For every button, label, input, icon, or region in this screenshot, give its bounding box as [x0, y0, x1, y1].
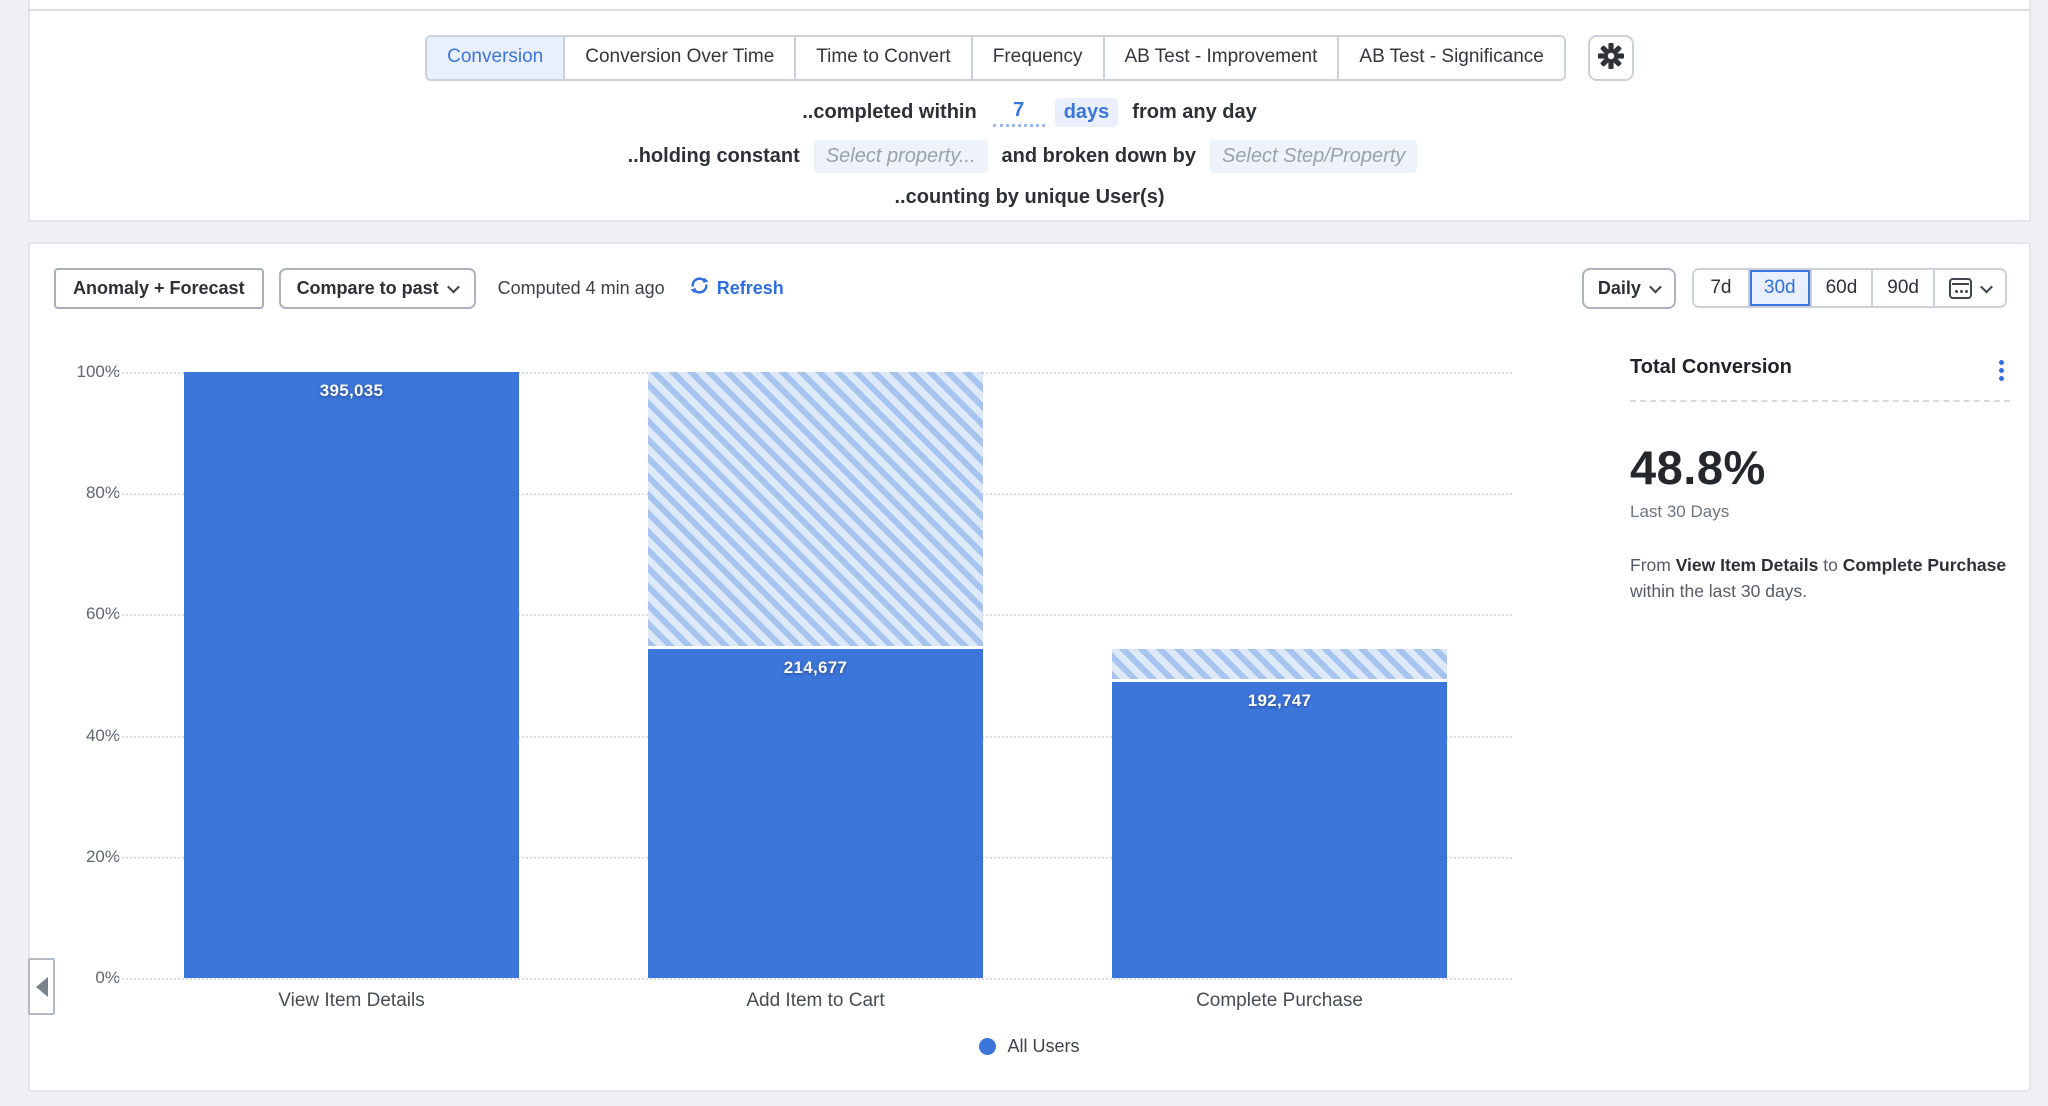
anomaly-forecast-button[interactable]: Anomaly + Forecast: [54, 268, 264, 309]
tab-conversion[interactable]: Conversion: [427, 37, 565, 79]
chart-controls-row: Anomaly + Forecast Compare to past Compu…: [54, 268, 2007, 308]
y-axis-tick: 100%: [77, 362, 120, 382]
custom-date-range-button[interactable]: [1935, 270, 2005, 306]
legend-dot-icon: [979, 1038, 996, 1055]
desc-mid: to: [1823, 555, 1838, 575]
desc-step-to: Complete Purchase: [1843, 555, 2006, 575]
legend-label: All Users: [1007, 1036, 1079, 1057]
range-60d-button[interactable]: 60d: [1812, 270, 1874, 306]
y-axis-tick: 80%: [86, 483, 120, 503]
holding-constant-label: ..holding constant: [628, 145, 800, 168]
clause-suffix: from any day: [1132, 101, 1256, 124]
desc-prefix: From: [1630, 555, 1671, 575]
x-axis-label: Complete Purchase: [1196, 990, 1363, 1012]
funnel-bar-3[interactable]: 192,747: [1112, 682, 1447, 978]
y-axis-tick: 60%: [86, 604, 120, 624]
tab-time-to-convert[interactable]: Time to Convert: [796, 37, 972, 79]
total-conversion-period: Last 30 Days: [1630, 502, 2010, 522]
y-axis-tick: 40%: [86, 726, 120, 746]
total-conversion-panel: Total Conversion 48.8% Last 30 Days From…: [1630, 356, 2010, 605]
clause-prefix: ..completed within: [802, 101, 976, 124]
x-axis: View Item Details Add Item to Cart Complet…: [134, 990, 1512, 1016]
computed-ago-text: Computed 4 min ago: [498, 278, 665, 299]
compare-to-past-button[interactable]: Compare to past: [279, 268, 476, 309]
interval-label: Daily: [1598, 278, 1641, 299]
conversion-window-unit-dropdown[interactable]: days: [1055, 98, 1119, 127]
y-axis-tick: 20%: [86, 847, 120, 867]
desc-step-from: View Item Details: [1676, 555, 1819, 575]
summary-divider: [1630, 400, 2010, 402]
plot-area: 395,035 214,677 192,747: [134, 372, 1512, 978]
date-range-group: 7d 30d 60d 90d: [1692, 268, 2007, 308]
bar-value-label: 395,035: [184, 381, 519, 401]
counting-by-clause: ..counting by unique User(s): [894, 186, 1164, 209]
interval-dropdown-button[interactable]: Daily: [1582, 268, 1676, 309]
holding-constant-property-dropdown[interactable]: Select property...: [814, 140, 988, 173]
gridline: [118, 978, 1512, 980]
chevron-down-icon: [447, 280, 460, 293]
counting-by-label: ..counting by unique User(s): [894, 186, 1164, 209]
page: { "tabs": { "items": [ { "label": "Conve…: [0, 0, 2048, 1106]
dropoff-hatch-3[interactable]: [1112, 649, 1447, 680]
funnel-definition-content: Conversion Conversion Over Time Time to …: [30, 11, 2029, 220]
range-30d-button[interactable]: 30d: [1750, 270, 1812, 306]
compare-to-past-label: Compare to past: [297, 278, 439, 299]
x-axis-label: View Item Details: [278, 990, 424, 1012]
total-conversion-description: From View Item Details to Complete Purch…: [1630, 553, 2010, 605]
conversion-window-input[interactable]: [993, 99, 1045, 127]
tab-ab-test-significance[interactable]: AB Test - Significance: [1339, 37, 1563, 79]
funnel-bar-1[interactable]: 395,035: [184, 372, 519, 978]
bar-value-label: 214,677: [648, 658, 983, 678]
kebab-menu-icon[interactable]: [1999, 360, 2004, 365]
funnel-definition-card: Conversion Conversion Over Time Time to …: [28, 0, 2031, 222]
legend: All Users: [30, 1036, 2029, 1057]
y-axis: 100%80%60%40%20%0%: [30, 372, 120, 978]
summary-title: Total Conversion: [1630, 356, 1792, 379]
tab-ab-test-improvement[interactable]: AB Test - Improvement: [1105, 37, 1340, 79]
range-90d-button[interactable]: 90d: [1873, 270, 1935, 306]
funnel-bar-2[interactable]: 214,677: [648, 649, 983, 978]
tab-frequency[interactable]: Frequency: [973, 37, 1105, 79]
chevron-down-icon: [1649, 280, 1662, 293]
analysis-tabs-row: Conversion Conversion Over Time Time to …: [425, 35, 1634, 81]
chart-card: Anomaly + Forecast Compare to past Compu…: [28, 242, 2031, 1092]
chevron-down-icon: [1980, 280, 1993, 293]
triangle-left-icon: [36, 977, 48, 997]
collapse-panel-button[interactable]: [28, 958, 55, 1015]
total-conversion-value: 48.8%: [1630, 440, 2010, 495]
holding-breakdown-clause: ..holding constant Select property... an…: [628, 140, 1432, 173]
refresh-button[interactable]: Refresh: [689, 275, 784, 301]
refresh-icon: [689, 275, 717, 301]
calendar-icon: [1949, 278, 1972, 299]
desc-suffix: within the last 30 days.: [1630, 581, 1807, 601]
tab-conversion-over-time[interactable]: Conversion Over Time: [565, 37, 796, 79]
x-axis-label: Add Item to Cart: [746, 990, 884, 1012]
settings-button[interactable]: [1588, 35, 1634, 81]
broken-down-by-label: and broken down by: [1002, 145, 1196, 168]
range-7d-button[interactable]: 7d: [1694, 270, 1750, 306]
refresh-label: Refresh: [717, 278, 784, 299]
summary-header: Total Conversion: [1630, 356, 2010, 379]
y-axis-tick: 0%: [95, 968, 120, 988]
breakdown-step-property-dropdown[interactable]: Select Step/Property: [1210, 140, 1417, 173]
gear-icon: [1598, 43, 1624, 74]
bar-value-label: 192,747: [1112, 691, 1447, 711]
conversion-window-clause: ..completed within days from any day: [802, 98, 1257, 127]
analysis-tab-group: Conversion Conversion Over Time Time to …: [425, 35, 1566, 81]
dropoff-hatch-2[interactable]: [648, 372, 983, 646]
